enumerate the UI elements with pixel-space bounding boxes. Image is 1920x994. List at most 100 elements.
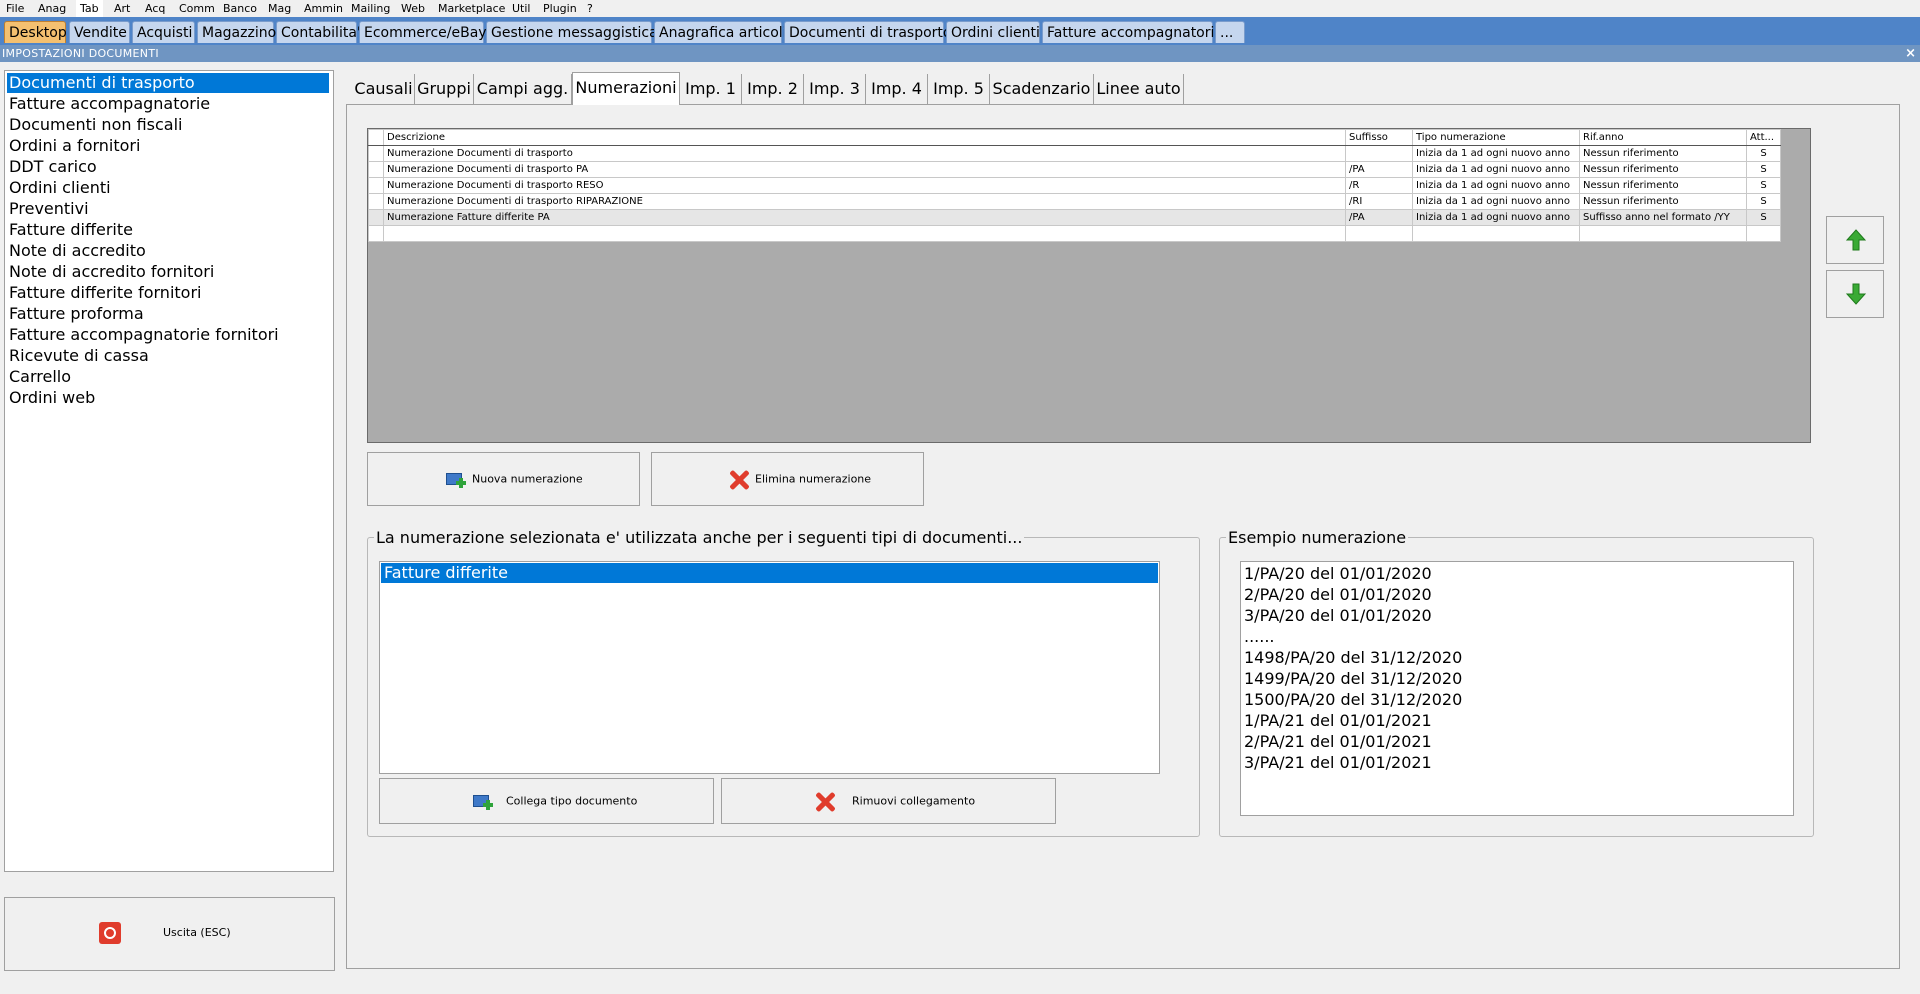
desktop-tab-magazzino[interactable]: Magazzino [197, 21, 276, 43]
menu-tab[interactable]: Tab [76, 0, 103, 17]
close-icon[interactable]: × [1905, 45, 1916, 62]
menu-mag[interactable]: Mag [264, 0, 295, 17]
list-item[interactable]: DDT carico [7, 157, 97, 177]
desktop-tab-desktop[interactable]: Desktop [4, 21, 67, 43]
cell-tipo-numerazione[interactable]: Inizia da 1 ad ogni nuovo anno [1412, 209, 1580, 226]
tab-gruppi[interactable]: Gruppi [415, 74, 474, 104]
cell-tipo-numerazione[interactable] [1412, 225, 1580, 242]
tab-scadenzario[interactable]: Scadenzario [990, 74, 1094, 104]
desktop-tab-anagrafica-articoli[interactable]: Anagrafica articoli [654, 21, 787, 43]
row-selector[interactable] [368, 225, 384, 242]
desktop-tab-acquisti[interactable]: Acquisti [132, 21, 195, 43]
cell-descrizione[interactable] [383, 225, 1346, 242]
cell-attivo[interactable]: S [1746, 161, 1781, 178]
menu-anag[interactable]: Anag [34, 0, 70, 17]
cell-tipo-numerazione[interactable]: Inizia da 1 ad ogni nuovo anno [1412, 193, 1580, 210]
column-header-suffisso[interactable]: Suffisso [1345, 129, 1413, 146]
cell-attivo[interactable]: S [1746, 145, 1781, 162]
cell-suffisso[interactable]: /RI [1345, 193, 1413, 210]
table-row-selected[interactable]: Numerazione Fatture differite PA /PA Ini… [368, 209, 1781, 226]
list-item[interactable]: Fatture accompagnatorie [7, 94, 210, 114]
list-item[interactable]: Fatture proforma [7, 304, 144, 324]
list-item[interactable]: Ordini web [7, 388, 95, 408]
table-row[interactable]: Numerazione Documenti di trasporto PA /P… [368, 161, 1781, 178]
list-item[interactable]: Note di accredito fornitori [7, 262, 214, 282]
cell-suffisso[interactable]: /PA [1345, 209, 1413, 226]
menu-file[interactable]: File [2, 0, 28, 17]
cell-tipo-numerazione[interactable]: Inizia da 1 ad ogni nuovo anno [1412, 177, 1580, 194]
cell-descrizione[interactable]: Numerazione Documenti di trasporto RESO [383, 177, 1346, 194]
list-item[interactable]: Documenti di trasporto [7, 73, 329, 93]
column-header-tipo-numerazione[interactable]: Tipo numerazione [1412, 129, 1580, 146]
cell-rif-anno[interactable]: Nessun riferimento [1579, 145, 1747, 162]
table-row[interactable]: Numerazione Documenti di trasporto RESO … [368, 177, 1781, 194]
cell-descrizione[interactable]: Numerazione Documenti di trasporto PA [383, 161, 1346, 178]
desktop-tab-more[interactable]: ... [1215, 21, 1245, 43]
desktop-tab-ecommerce[interactable]: Ecommerce/eBay [359, 21, 487, 43]
cell-tipo-numerazione[interactable]: Inizia da 1 ad ogni nuovo anno [1412, 161, 1580, 178]
menu-plugin[interactable]: Plugin [539, 0, 581, 17]
document-type-list[interactable]: Documenti di trasporto Fatture accompagn… [4, 70, 334, 872]
cell-rif-anno[interactable]: Suffisso anno nel formato /YY [1579, 209, 1747, 226]
list-item[interactable]: Fatture differite [7, 220, 133, 240]
table-row[interactable]: Numerazione Documenti di trasporto Inizi… [368, 145, 1781, 162]
list-item[interactable]: Fatture accompagnatorie fornitori [7, 325, 279, 345]
list-item[interactable]: Documenti non fiscali [7, 115, 182, 135]
cell-descrizione[interactable]: Numerazione Documenti di trasporto RIPAR… [383, 193, 1346, 210]
row-selector[interactable] [368, 209, 384, 226]
list-item[interactable]: Fatture differite fornitori [7, 283, 201, 303]
move-up-button[interactable] [1826, 216, 1884, 264]
list-item[interactable]: Ordini a fornitori [7, 136, 140, 156]
menu-acq[interactable]: Acq [141, 0, 169, 17]
desktop-tab-contabilita[interactable]: Contabilita' [276, 21, 361, 43]
delete-numbering-button[interactable]: Elimina numerazione [651, 452, 924, 506]
remove-link-button[interactable]: Rimuovi collegamento [721, 778, 1056, 824]
desktop-tab-messaggistica[interactable]: Gestione messaggistica [486, 21, 658, 43]
move-down-button[interactable] [1826, 270, 1884, 318]
linked-doc-types-list[interactable]: Fatture differite [379, 561, 1160, 774]
table-row[interactable]: Numerazione Documenti di trasporto RIPAR… [368, 193, 1781, 210]
list-item[interactable]: Ordini clienti [7, 178, 111, 198]
cell-suffisso[interactable]: /R [1345, 177, 1413, 194]
tab-campi-agg[interactable]: Campi agg. [474, 74, 572, 104]
cell-rif-anno[interactable]: Nessun riferimento [1579, 177, 1747, 194]
table-row-new[interactable] [368, 225, 1781, 242]
menu-util[interactable]: Util [508, 0, 534, 17]
tab-causali[interactable]: Causali [353, 74, 415, 104]
row-selector[interactable] [368, 177, 384, 194]
tab-imp-4[interactable]: Imp. 4 [866, 74, 928, 104]
menu-art[interactable]: Art [110, 0, 134, 17]
list-item[interactable]: Carrello [7, 367, 71, 387]
list-item[interactable]: Ricevute di cassa [7, 346, 149, 366]
menu-help[interactable]: ? [583, 0, 597, 17]
column-header-attivo[interactable]: Att... [1746, 129, 1781, 146]
new-numbering-button[interactable]: Nuova numerazione [367, 452, 640, 506]
row-selector[interactable] [368, 193, 384, 210]
cell-suffisso[interactable] [1345, 225, 1413, 242]
cell-descrizione[interactable]: Numerazione Fatture differite PA [383, 209, 1346, 226]
list-item[interactable]: Fatture differite [381, 563, 1158, 583]
row-selector[interactable] [368, 161, 384, 178]
cell-rif-anno[interactable]: Nessun riferimento [1579, 161, 1747, 178]
list-item[interactable]: Preventivi [7, 199, 89, 219]
tab-numerazioni[interactable]: Numerazioni [572, 72, 680, 105]
menu-mailing[interactable]: Mailing [347, 0, 394, 17]
column-header-descrizione[interactable]: Descrizione [383, 129, 1346, 146]
desktop-tab-vendite[interactable]: Vendite [69, 21, 130, 43]
cell-descrizione[interactable]: Numerazione Documenti di trasporto [383, 145, 1346, 162]
link-doc-type-button[interactable]: Collega tipo documento [379, 778, 714, 824]
tab-imp-2[interactable]: Imp. 2 [742, 74, 804, 104]
cell-attivo[interactable]: S [1746, 177, 1781, 194]
desktop-tab-fatture-accompagnatorie[interactable]: Fatture accompagnatorie [1042, 21, 1223, 43]
menu-banco[interactable]: Banco [219, 0, 261, 17]
cell-rif-anno[interactable] [1579, 225, 1747, 242]
list-item[interactable]: Note di accredito [7, 241, 146, 261]
tab-imp-5[interactable]: Imp. 5 [928, 74, 990, 104]
tab-linee-auto[interactable]: Linee auto [1094, 74, 1184, 104]
desktop-tab-ordini-clienti[interactable]: Ordini clienti [946, 21, 1040, 43]
tab-imp-1[interactable]: Imp. 1 [680, 74, 742, 104]
cell-attivo[interactable] [1746, 225, 1781, 242]
cell-tipo-numerazione[interactable]: Inizia da 1 ad ogni nuovo anno [1412, 145, 1580, 162]
cell-attivo[interactable]: S [1746, 209, 1781, 226]
menu-marketplace[interactable]: Marketplace [434, 0, 509, 17]
